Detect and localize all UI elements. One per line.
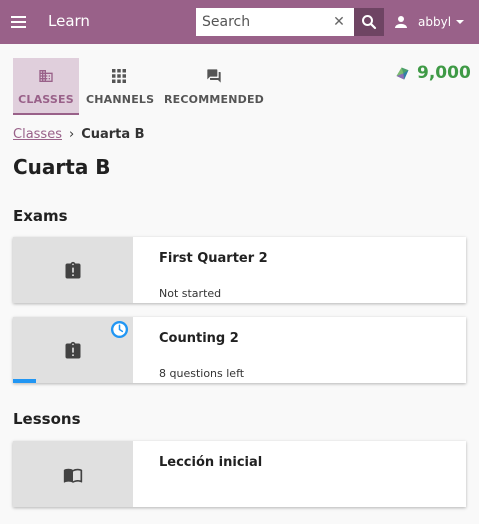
app-bar: Learn ✕ abbyl [0,0,479,44]
tab-recommended[interactable]: RECOMMENDED [162,58,266,115]
breadcrumb-current: Cuarta B [81,127,145,142]
search-box: ✕ [196,8,354,36]
user-menu[interactable]: abbyl [392,12,465,32]
hamburger-menu-icon[interactable] [9,12,29,32]
person-icon [395,16,407,28]
tab-classes[interactable]: CLASSES [13,58,79,115]
clear-search-icon[interactable]: ✕ [331,14,347,30]
lesson-title: Lección inicial [159,455,263,470]
lesson-thumbnail [13,441,133,507]
tab-classes-label: CLASSES [18,93,74,106]
tab-recommended-label: RECOMMENDED [164,93,264,106]
channels-grid-icon [112,69,126,83]
assignment-late-icon [65,341,81,359]
search-icon [362,15,377,30]
clock-icon [110,320,129,339]
exam-progress-bar [13,379,36,383]
points-gem-icon [396,67,409,79]
exam-title: First Quarter 2 [159,251,268,266]
lessons-heading: Lessons [13,410,81,428]
user-name: abbyl [418,15,452,29]
breadcrumb-separator: › [68,127,75,142]
exam-status: Not started [159,287,222,300]
exam-thumbnail [13,237,133,303]
page-title: Cuarta B [13,155,111,179]
tab-channels[interactable]: CHANNELS [86,58,155,115]
exam-status: 8 questions left [159,367,245,380]
points-value: 9,000 [417,63,471,83]
assignment-late-icon [65,261,81,279]
exam-card-first-quarter[interactable]: First Quarter 2 Not started [13,237,466,303]
recommended-chat-icon [207,69,221,83]
points-display: 9,000 [394,63,471,83]
breadcrumb-classes-link[interactable]: Classes [13,127,62,142]
dropdown-caret-icon [456,20,465,24]
exam-title: Counting 2 [159,331,239,346]
lesson-card-leccion-inicial[interactable]: Lección inicial [13,441,466,507]
breadcrumb: Classes › Cuarta B [13,127,145,142]
app-title: Learn [48,12,90,30]
exam-card-counting[interactable]: Counting 2 8 questions left [13,317,466,383]
book-icon [63,468,83,483]
exam-thumbnail [13,317,133,383]
search-button[interactable] [354,8,384,36]
tab-channels-label: CHANNELS [86,93,155,106]
classes-icon [39,70,53,82]
exams-heading: Exams [13,207,68,225]
search-input[interactable] [196,8,326,36]
